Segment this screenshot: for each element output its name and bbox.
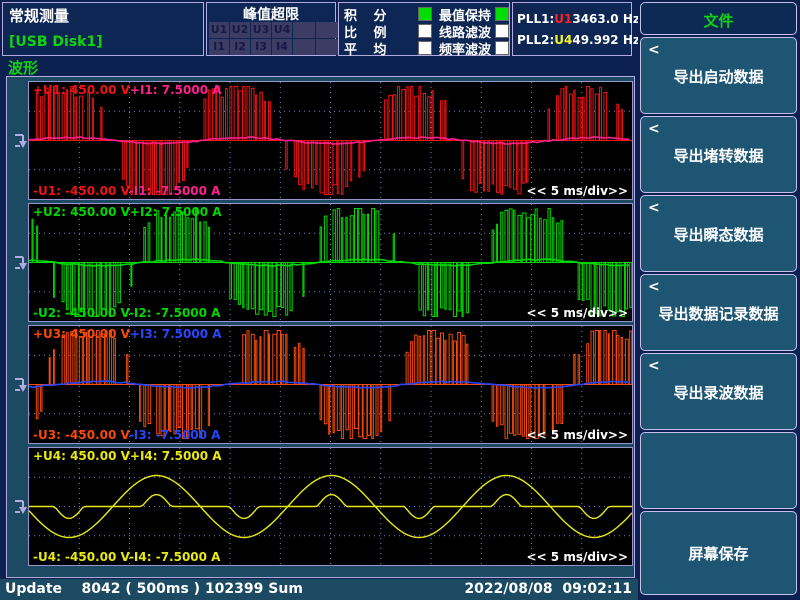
- peak-cell-u4: U4: [272, 22, 292, 38]
- status-bar: Update 8042 ( 500ms ) 102399 Sum 2022/08…: [0, 579, 638, 600]
- update-status-text: Update 8042 ( 500ms ) 102399 Sum: [5, 581, 303, 597]
- i4-plus-label: +I4: 7.5000 A: [130, 449, 222, 463]
- waveform-panel-u2: +U2: 450.00 V+I2: 7.5000 A -U2: -450.00 …: [28, 203, 633, 322]
- pll2-row: PLL2:U4 49.992 Hz: [517, 33, 627, 47]
- toggle-scale: 比 例: [344, 23, 432, 39]
- back-chevron-icon: <: [648, 358, 660, 374]
- time-div-label: << 5 ms/div>>: [527, 306, 628, 320]
- waveform-panel-u3: +U3: 450.00 V+I3: 7.5000 A -U3: -450.00 …: [28, 325, 633, 444]
- zero-marker-icon: [13, 254, 29, 272]
- average-indicator: [418, 41, 432, 55]
- toggle-freq-filter: 频率滤波: [439, 40, 509, 56]
- mode-title: 常规测量: [9, 5, 69, 26]
- i4-minus-label: -I4: -7.5000 A: [129, 550, 221, 564]
- waveform-box: +U1: 450.00 V+I1: 7.5000 A -U1: -450.00 …: [6, 76, 635, 578]
- peak-cell-empty: [316, 22, 338, 38]
- peak-cell-i1: I1: [209, 39, 229, 55]
- waveform-trace-u1: [29, 82, 632, 199]
- freq-filter-indicator: [495, 41, 509, 55]
- export-datalog-data-button[interactable]: < 导出数据记录数据: [640, 274, 797, 351]
- toggle-max-hold: 最值保持: [439, 6, 509, 22]
- pll2-value: 49.992 Hz: [572, 33, 640, 47]
- file-menu-title: 文件: [641, 10, 796, 31]
- u1-plus-label: +U1: 450.00 V: [33, 83, 130, 97]
- i1-plus-label: +I1: 7.5000 A: [130, 83, 222, 97]
- back-chevron-icon: <: [648, 279, 660, 295]
- peak-cell-u2: U2: [230, 22, 250, 38]
- waveform-section-label: 波形: [8, 57, 38, 78]
- export-start-data-button[interactable]: < 导出启动数据: [640, 37, 797, 114]
- toggle-integrate: 积 分: [344, 6, 432, 22]
- toggle-line-filter: 线路滤波: [439, 23, 509, 39]
- peak-cell-empty: [316, 39, 338, 55]
- scale-indicator: [418, 24, 432, 38]
- file-menu-title-box: 文件: [640, 2, 797, 35]
- back-chevron-icon: <: [648, 121, 660, 137]
- peak-cell-i4: I4: [272, 39, 292, 55]
- toggle-average: 平 均: [344, 40, 432, 56]
- u4-minus-label: -U4: -450.00 V: [33, 550, 129, 564]
- peak-row-current: I1 I2 I3 I4: [209, 39, 338, 55]
- waveform-trace-u4: [29, 448, 632, 565]
- u3-minus-label: -U3: -450.00 V: [33, 428, 129, 442]
- line-filter-indicator: [495, 24, 509, 38]
- zero-marker-icon: [13, 132, 29, 150]
- time-div-label: << 5 ms/div>>: [527, 184, 628, 198]
- back-chevron-icon: <: [648, 42, 660, 58]
- softkey-sidebar: 文件 < 导出启动数据 < 导出堵转数据 < 导出瞬态数据 < 导出数据记录数据…: [638, 0, 800, 600]
- peak-cell-u3: U3: [251, 22, 271, 38]
- waveform-panel-u4: +U4: 450.00 V+I4: 7.5000 A -U4: -450.00 …: [28, 447, 633, 566]
- max-hold-indicator: [495, 7, 509, 21]
- u3-plus-label: +U3: 450.00 V: [33, 327, 130, 341]
- empty-softkey-button[interactable]: [640, 432, 797, 509]
- i3-minus-label: -I3: -7.5000 A: [129, 428, 221, 442]
- pll1-name: PLL1:: [517, 12, 554, 26]
- clock-text: 2022/08/08 09:02:11: [464, 581, 632, 597]
- pll-box: PLL1:U1 3463.0 Hz PLL2:U4 49.992 Hz: [512, 2, 632, 56]
- function-status-box: 积 分 比 例 平 均 最值保持 线路滤波 频率滤波: [338, 2, 510, 56]
- integrate-indicator: [418, 7, 432, 21]
- instrument-screen: 常规测量 [USB Disk1] 峰值超限 U1 U2 U3 U4 I1 I2 …: [0, 0, 800, 600]
- pll2-name: PLL2:: [517, 33, 554, 47]
- screen-save-button[interactable]: 屏幕保存: [640, 511, 797, 595]
- back-chevron-icon: <: [648, 200, 660, 216]
- time-div-label: << 5 ms/div>>: [527, 550, 628, 564]
- export-stall-data-button[interactable]: < 导出堵转数据: [640, 116, 797, 193]
- u2-minus-label: -U2: -450.00 V: [33, 306, 129, 320]
- waveform-trace-u2: [29, 204, 632, 321]
- export-transient-data-button[interactable]: < 导出瞬态数据: [640, 195, 797, 272]
- peak-cell-empty: [293, 22, 315, 38]
- time-div-label: << 5 ms/div>>: [527, 428, 628, 442]
- peak-overlimit-box: 峰值超限 U1 U2 U3 U4 I1 I2 I3 I4: [206, 2, 336, 56]
- zero-marker-icon: [13, 498, 29, 516]
- pll1-row: PLL1:U1 3463.0 Hz: [517, 12, 627, 26]
- export-wave-record-data-button[interactable]: < 导出录波数据: [640, 353, 797, 430]
- u1-minus-label: -U1: -450.00 V: [33, 184, 129, 198]
- u2-plus-label: +U2: 450.00 V: [33, 205, 130, 219]
- i2-plus-label: +I2: 7.5000 A: [130, 205, 222, 219]
- peak-cell-empty: [293, 39, 315, 55]
- measure-mode-box: 常规测量 [USB Disk1]: [2, 2, 204, 56]
- peak-row-voltage: U1 U2 U3 U4: [209, 22, 338, 38]
- zero-marker-icon: [13, 376, 29, 394]
- waveform-trace-u3: [29, 326, 632, 443]
- u4-plus-label: +U4: 450.00 V: [33, 449, 130, 463]
- i2-minus-label: -I2: -7.5000 A: [129, 306, 221, 320]
- i3-plus-label: +I3: 7.5000 A: [130, 327, 222, 341]
- i1-minus-label: -I1: -7.5000 A: [129, 184, 221, 198]
- usb-disk-label: [USB Disk1]: [9, 34, 103, 50]
- pll1-source: U1: [554, 12, 572, 26]
- peak-overlimit-title: 峰值超限: [207, 4, 335, 24]
- peak-cell-i2: I2: [230, 39, 250, 55]
- peak-cell-u1: U1: [209, 22, 229, 38]
- peak-cell-i3: I3: [251, 39, 271, 55]
- pll2-source: U4: [554, 33, 572, 47]
- waveform-panel-u1: +U1: 450.00 V+I1: 7.5000 A -U1: -450.00 …: [28, 81, 633, 200]
- pll1-value: 3463.0 Hz: [572, 12, 640, 26]
